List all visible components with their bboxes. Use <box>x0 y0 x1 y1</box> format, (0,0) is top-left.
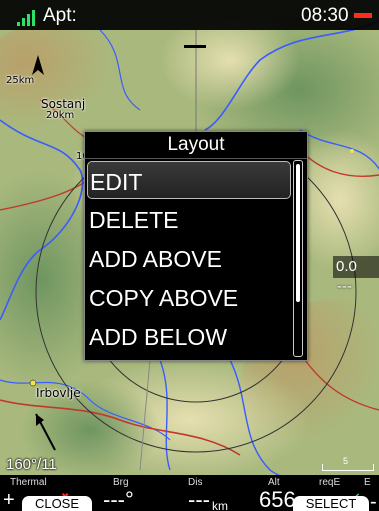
minimize-icon[interactable] <box>347 2 379 30</box>
clock-display: 08:30 <box>301 5 349 26</box>
menu-item-add-below[interactable]: ADD BELOW <box>87 317 291 355</box>
menu-item-delete[interactable]: DELETE <box>87 200 291 238</box>
close-button[interactable]: CLOSE <box>22 496 92 511</box>
minus-icon: - <box>370 491 377 511</box>
vario-readout: 0.0 <box>333 256 379 278</box>
navbox-value-brg: ---° <box>103 487 134 511</box>
place-elevation-sostanj: 20km <box>46 110 75 121</box>
waypoint-type-label: Apt: <box>43 5 77 26</box>
navbox-bar: Thermal Brg Dis Alt reqE E ---° --- km 6… <box>0 475 379 511</box>
navbox-title-reqe: reqE <box>319 477 341 488</box>
north-range-label: 25km <box>6 75 35 86</box>
layout-dialog: Layout EDIT DELETE ADD ABOVE COPY ABOVE … <box>84 131 308 361</box>
dialog-title: Layout <box>85 132 307 159</box>
status-bar: Apt: 08:30 <box>0 0 379 30</box>
plus-icon: + <box>3 489 15 511</box>
navbox-unit-dis: km <box>212 499 228 511</box>
scrollbar-thumb[interactable] <box>296 164 300 302</box>
menu-item-copy-above[interactable]: COPY ABOVE <box>87 278 291 316</box>
navbox-value-dis: --- <box>188 487 210 511</box>
dialog-scrollbar[interactable] <box>293 160 303 357</box>
place-label-irbovlje: Irbovlje <box>36 386 81 400</box>
wind-readout: 160°/11 <box>6 456 57 473</box>
menu-item-add-above[interactable]: ADD ABOVE <box>87 239 291 277</box>
vario-dash: --- <box>337 278 352 295</box>
navbox-title-e: E <box>364 477 371 488</box>
select-button[interactable]: SELECT <box>293 496 369 511</box>
navbox-value-alt: 656 <box>259 487 296 511</box>
map-scale-label: 5 <box>343 456 349 466</box>
menu-item-edit[interactable]: EDIT <box>87 161 291 199</box>
place-label-sostanj: Sostanj <box>41 97 86 111</box>
lx-navigation-screen: 25km Sostanj 20km Irbovlje 10 Apt: 08:30… <box>0 0 379 511</box>
navbox-title-thermal: Thermal <box>10 477 47 488</box>
signal-strength-icon <box>17 10 35 26</box>
